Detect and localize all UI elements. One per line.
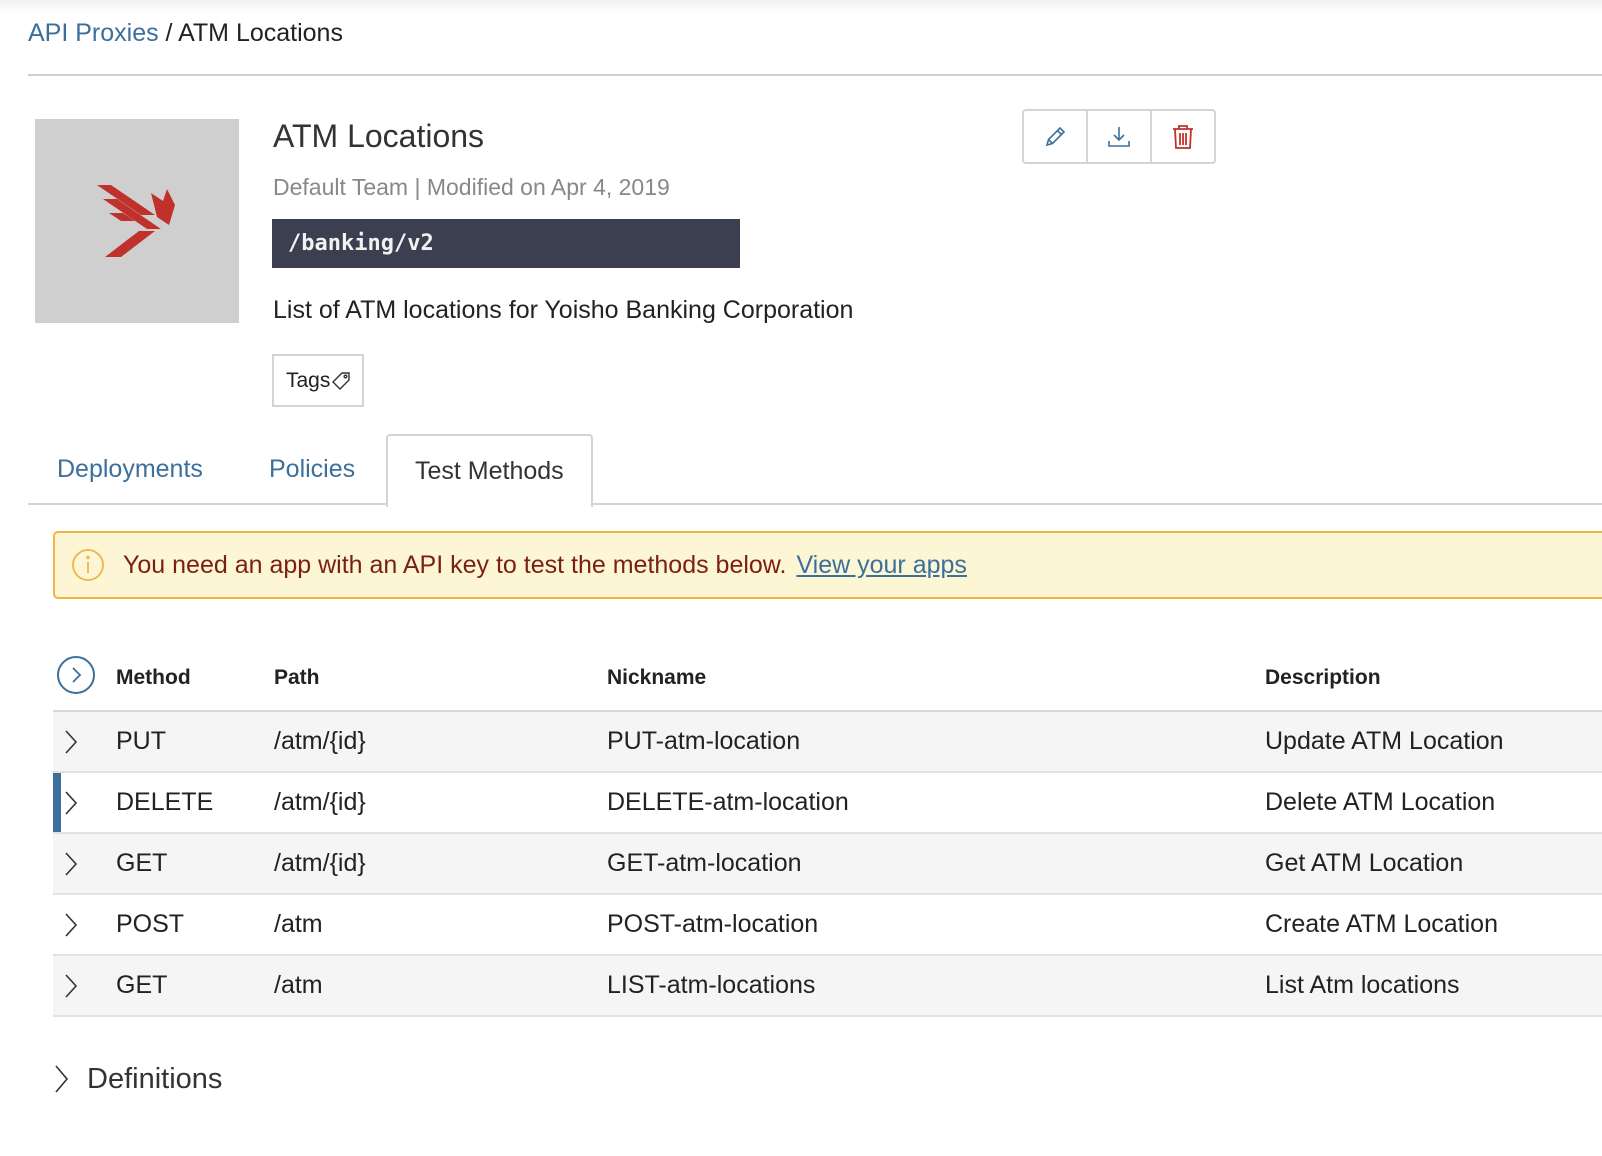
proxy-logo <box>35 119 239 323</box>
row-nickname: LIST-atm-locations <box>607 971 816 999</box>
table-row[interactable]: DELETE /atm/{id} DELETE-atm-location Del… <box>53 773 1602 834</box>
pencil-icon <box>1045 126 1066 146</box>
breadcrumb-separator: / <box>158 19 179 47</box>
row-description: Create ATM Location <box>1265 910 1498 938</box>
proxy-logo-icon <box>97 185 175 257</box>
info-icon <box>72 549 104 581</box>
tab-deployments[interactable]: Deployments <box>57 434 203 505</box>
chevron-right-icon[interactable] <box>61 972 81 1000</box>
chevron-right-icon <box>72 667 82 683</box>
tags-button[interactable]: Tags <box>272 354 364 407</box>
table-header: Method Path Nickname Description <box>53 648 1602 712</box>
row-method: POST <box>116 910 185 938</box>
row-method: PUT <box>116 727 166 755</box>
proxy-modified-date: Modified on Apr 4, 2019 <box>426 174 670 200</box>
proxy-actions <box>1022 109 1216 164</box>
row-method: GET <box>116 971 168 999</box>
row-path: /atm <box>274 910 323 938</box>
view-your-apps-link[interactable]: View your apps <box>796 551 966 580</box>
download-button[interactable] <box>1086 111 1150 162</box>
chevron-right-icon[interactable] <box>61 911 81 939</box>
column-header-description: Description <box>1265 666 1381 689</box>
definitions-label: Definitions <box>87 1062 223 1095</box>
row-method: GET <box>116 849 168 877</box>
tab-policies[interactable]: Policies <box>269 434 355 505</box>
breadcrumb-api-proxies-link[interactable]: API Proxies <box>28 19 159 47</box>
column-header-path: Path <box>274 666 320 689</box>
chevron-right-icon <box>55 1065 69 1093</box>
tags-label: Tags <box>286 368 331 392</box>
row-description: List Atm locations <box>1265 971 1460 999</box>
row-method: DELETE <box>116 788 214 816</box>
row-nickname: GET-atm-location <box>607 849 802 877</box>
proxy-base-path: /banking/v2 <box>272 219 740 268</box>
header-divider <box>28 74 1602 76</box>
row-description: Update ATM Location <box>1265 727 1504 755</box>
tag-icon <box>331 371 351 391</box>
methods-table: Method Path Nickname Description PUT /at… <box>53 648 1602 1017</box>
top-shadow <box>0 0 1602 12</box>
table-row[interactable]: POST /atm POST-atm-location Create ATM L… <box>53 895 1602 956</box>
api-key-alert: You need an app with an API key to test … <box>53 531 1602 599</box>
definitions-toggle[interactable]: Definitions <box>53 1058 222 1100</box>
column-header-method: Method <box>116 666 191 689</box>
row-description: Get ATM Location <box>1265 849 1464 877</box>
table-row[interactable]: GET /atm LIST-atm-locations List Atm loc… <box>53 956 1602 1017</box>
row-nickname: POST-atm-location <box>607 910 819 938</box>
chevron-right-icon[interactable] <box>61 728 81 756</box>
breadcrumb: API Proxies / ATM Locations <box>28 17 343 49</box>
row-path: /atm/{id} <box>274 788 366 816</box>
proxy-title: ATM Locations <box>273 118 485 154</box>
chevron-right-icon[interactable] <box>61 789 81 817</box>
delete-button[interactable] <box>1150 111 1214 162</box>
row-nickname: DELETE-atm-location <box>607 788 849 816</box>
edit-button[interactable] <box>1024 111 1086 162</box>
proxy-meta: Default Team | Modified on Apr 4, 2019 <box>273 172 670 202</box>
breadcrumb-current: ATM Locations <box>178 19 343 47</box>
row-path: /atm/{id} <box>274 727 366 755</box>
expand-all-button[interactable] <box>57 656 95 694</box>
row-description: Delete ATM Location <box>1265 788 1496 816</box>
proxy-tabs: Deployments Policies Test Methods <box>28 434 1602 507</box>
proxy-description: List of ATM locations for Yoisho Banking… <box>273 296 854 324</box>
tab-test-methods[interactable]: Test Methods <box>386 434 593 507</box>
table-row[interactable]: GET /atm/{id} GET-atm-location Get ATM L… <box>53 834 1602 895</box>
download-icon <box>1108 126 1130 147</box>
table-row[interactable]: PUT /atm/{id} PUT-atm-location Update AT… <box>53 712 1602 773</box>
alert-message: You need an app with an API key to test … <box>123 550 787 579</box>
row-path: /atm <box>274 971 323 999</box>
trash-icon <box>1173 124 1193 149</box>
meta-separator: | <box>408 174 427 200</box>
column-header-nickname: Nickname <box>607 666 707 689</box>
row-path: /atm/{id} <box>274 849 366 877</box>
proxy-team: Default Team <box>273 174 409 200</box>
row-nickname: PUT-atm-location <box>607 727 801 755</box>
chevron-right-icon[interactable] <box>61 850 81 878</box>
